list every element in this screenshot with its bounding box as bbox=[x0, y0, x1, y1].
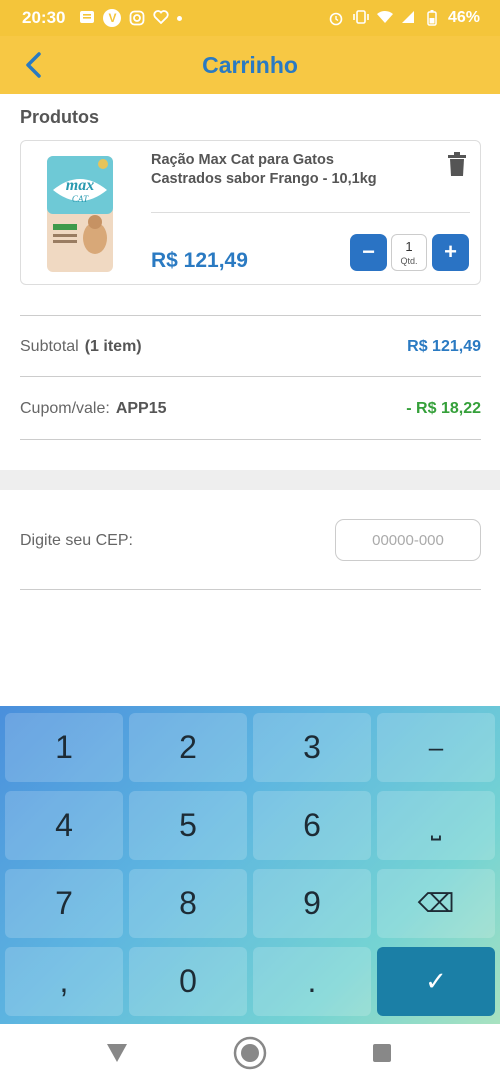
subtotal-count: (1 item) bbox=[84, 338, 142, 355]
key-3[interactable]: 3 bbox=[253, 713, 371, 782]
wifi-icon bbox=[376, 10, 393, 26]
app-header: Carrinho bbox=[0, 36, 500, 94]
alarm-icon bbox=[328, 10, 344, 26]
trash-icon[interactable] bbox=[446, 152, 468, 178]
key-9[interactable]: 9 bbox=[253, 869, 371, 938]
quantity-increase-button[interactable]: + bbox=[432, 234, 469, 271]
status-bar: 20:30 V 46% bbox=[0, 0, 500, 36]
battery-percent: 46% bbox=[447, 9, 480, 26]
key-6[interactable]: 6 bbox=[253, 791, 371, 860]
divider bbox=[20, 376, 481, 377]
svg-text:max: max bbox=[66, 177, 94, 194]
message-icon bbox=[79, 10, 95, 26]
vibrate-icon bbox=[352, 10, 369, 26]
key-backspace[interactable]: ⌫ bbox=[377, 869, 495, 938]
coupon-row: Cupom/vale: APP15 bbox=[20, 400, 167, 418]
subtotal-value: R$ 121,49 bbox=[407, 338, 481, 355]
cep-input[interactable] bbox=[335, 519, 481, 561]
product-name[interactable]: Ração Max Cat para Gatos Castrados sabor… bbox=[151, 151, 401, 189]
key-dash[interactable]: – bbox=[377, 713, 495, 782]
v-app-icon: V bbox=[103, 9, 122, 27]
divider bbox=[20, 589, 481, 590]
instagram-icon bbox=[129, 10, 145, 26]
divider bbox=[20, 439, 481, 440]
heart-app-icon bbox=[153, 10, 170, 26]
dot-icon bbox=[177, 15, 183, 21]
system-nav-bar bbox=[0, 1024, 500, 1082]
key-0[interactable]: 0 bbox=[129, 947, 247, 1016]
key-comma[interactable]: , bbox=[5, 947, 123, 1016]
quantity-decrease-button[interactable]: − bbox=[350, 234, 387, 271]
product-card: max CAT Ração Max Cat para Gatos Castrad… bbox=[20, 140, 481, 285]
key-enter[interactable]: ✓ bbox=[377, 947, 495, 1016]
page-title: Carrinho bbox=[202, 51, 298, 78]
quantity-value: 1 bbox=[405, 239, 413, 254]
nav-back-icon[interactable] bbox=[106, 1043, 128, 1063]
quantity-field[interactable]: 1 Qtd. bbox=[391, 234, 427, 271]
svg-text:CAT: CAT bbox=[72, 194, 89, 204]
signal-icon bbox=[400, 10, 416, 26]
divider bbox=[20, 315, 481, 316]
quantity-label: Qtd. bbox=[400, 256, 418, 266]
numeric-keyboard: 1 2 3 – 4 5 6 ⎵ 7 8 9 ⌫ , 0 . ✓ bbox=[0, 706, 500, 1024]
coupon-value: - R$ 18,22 bbox=[406, 400, 481, 417]
key-period[interactable]: . bbox=[253, 947, 371, 1016]
subtotal-label: Subtotal bbox=[20, 338, 79, 355]
section-title-products: Produtos bbox=[20, 107, 99, 127]
subtotal-row: Subtotal (1 item) bbox=[20, 338, 142, 356]
chevron-left-icon[interactable] bbox=[22, 50, 48, 80]
cep-label: Digite seu CEP: bbox=[20, 532, 133, 549]
coupon-label: Cupom/vale: bbox=[20, 400, 110, 417]
product-price: R$ 121,49 bbox=[151, 249, 248, 272]
key-7[interactable]: 7 bbox=[5, 869, 123, 938]
key-8[interactable]: 8 bbox=[129, 869, 247, 938]
nav-home-icon[interactable] bbox=[233, 1036, 267, 1070]
coupon-code: APP15 bbox=[115, 400, 167, 417]
key-2[interactable]: 2 bbox=[129, 713, 247, 782]
status-time: 20:30 bbox=[22, 8, 66, 27]
section-separator bbox=[0, 470, 500, 490]
product-divider bbox=[151, 212, 470, 213]
nav-recent-icon[interactable] bbox=[373, 1044, 391, 1062]
product-image[interactable]: max CAT bbox=[43, 154, 117, 274]
key-space[interactable]: ⎵ bbox=[377, 791, 495, 860]
battery-icon bbox=[424, 10, 440, 26]
key-4[interactable]: 4 bbox=[5, 791, 123, 860]
key-5[interactable]: 5 bbox=[129, 791, 247, 860]
key-1[interactable]: 1 bbox=[5, 713, 123, 782]
